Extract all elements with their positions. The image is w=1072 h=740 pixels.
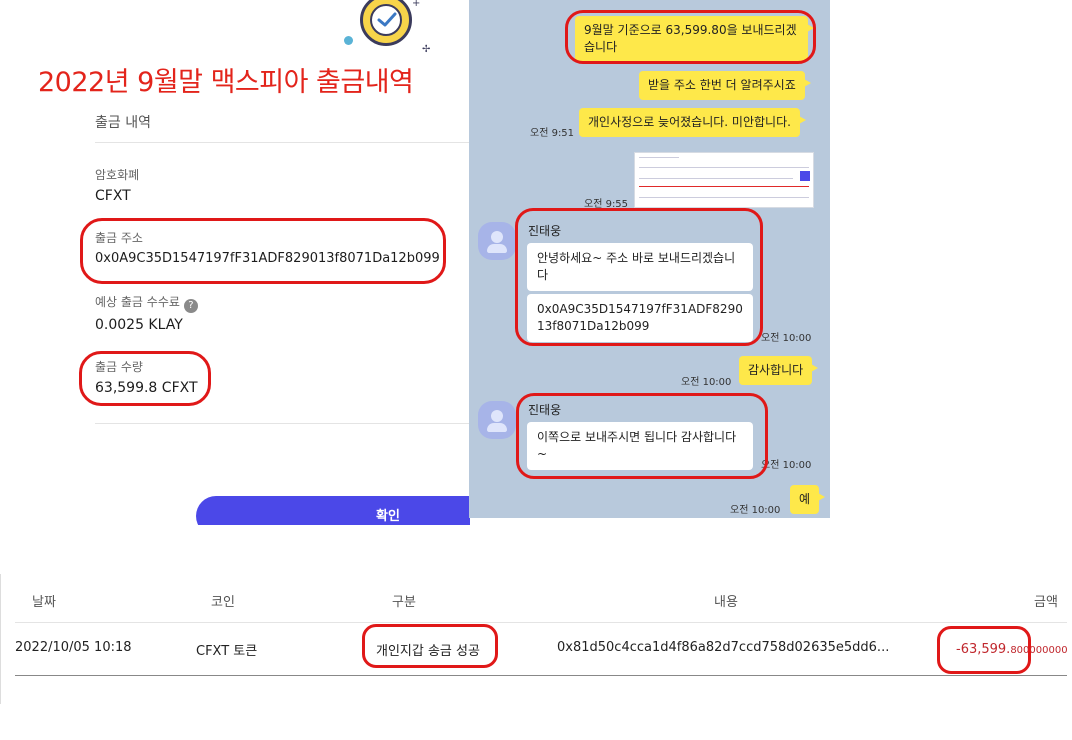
chat-time: 오전 10:00 xyxy=(761,333,812,344)
fee-label: 예상 출금 수수료 xyxy=(95,295,180,309)
avatar-icon[interactable] xyxy=(478,222,516,260)
column-header-date[interactable]: 날짜 xyxy=(32,591,56,610)
history-table: 날짜 코인 구분 내용 금액 2022/10/05 10:18 CFXT 토큰 … xyxy=(0,574,1072,714)
section-title: 출금 내역 xyxy=(95,115,151,131)
amount-label: 출금 수량 xyxy=(95,360,143,374)
withdrawal-panel: + ✢ 2022년 9월말 맥스피아 출금내역 출금 내역 암호화폐 CFXT … xyxy=(0,0,470,525)
chat-bubble-received: 이쪽으로 보내주시면 됩니다 감사합니다~ xyxy=(527,422,753,470)
avatar-icon[interactable] xyxy=(478,401,516,439)
sender-name: 진태웅 xyxy=(528,403,562,417)
chat-time: 오전 10:00 xyxy=(681,377,732,388)
amount-main: -63,599. xyxy=(956,642,1011,657)
row-amount: -63,599.800000000 xyxy=(956,642,1068,657)
chat-bubble-sent: 감사합니다 xyxy=(739,356,819,385)
fee-value: 0.0025 KLAY xyxy=(95,317,183,333)
chat-panel: 9월말 기준으로 63,599.80을 보내드리겠습니다 받을 주소 한번 더 … xyxy=(469,0,830,518)
sparkle-icon: ✢ xyxy=(422,44,431,55)
chat-bubble-sent: 9월말 기준으로 63,599.80을 보내드리겠습니다 xyxy=(575,16,814,62)
chat-bubble-sent: 예 xyxy=(790,485,826,514)
chat-time: 오전 10:00 xyxy=(761,460,812,471)
chat-bubble-received: 안녕하세요~ 주소 바로 보내드리겠습니다 xyxy=(527,243,753,291)
currency-label: 암호화폐 xyxy=(95,168,140,182)
confirm-button[interactable]: 확인 xyxy=(196,496,470,525)
address-value: 0x0A9C35D1547197fF31ADF829013f8071Da12b0… xyxy=(95,251,440,266)
column-header-amount[interactable]: 금액 xyxy=(1034,591,1058,610)
amount-value: 63,599.8 CFXT xyxy=(95,380,198,396)
sender-name: 진태웅 xyxy=(528,224,562,238)
divider xyxy=(95,423,470,424)
chat-time: 오전 10:00 xyxy=(730,505,781,516)
row-coin: CFXT 토큰 xyxy=(196,644,258,659)
checkmark-badge-icon: + ✢ xyxy=(340,0,435,60)
decorative-dot-icon xyxy=(344,36,353,45)
help-icon[interactable]: ? xyxy=(183,299,198,313)
row-content[interactable]: 0x81d50c4cca1d4f86a82d7ccd758d02635e5dd6… xyxy=(557,640,889,655)
column-header-content[interactable]: 내용 xyxy=(714,591,738,610)
divider xyxy=(15,622,1067,623)
chat-bubble-sent: 개인사정으로 늦어졌습니다. 미안합니다. xyxy=(579,108,806,137)
chat-time: 오전 9:51 xyxy=(530,128,575,139)
annotation-title: 2022년 9월말 맥스피아 출금내역 xyxy=(38,67,414,98)
address-label: 출금 주소 xyxy=(95,231,143,245)
divider xyxy=(95,142,470,143)
chat-bubble-sent: 받을 주소 한번 더 알려주시죠 xyxy=(639,71,811,100)
divider xyxy=(15,675,1067,676)
sparkle-icon: + xyxy=(412,0,421,9)
column-header-type[interactable]: 구분 xyxy=(392,591,416,610)
chat-bubble-received: 0x0A9C35D1547197fF31ADF829013f8071Da12b0… xyxy=(527,294,753,342)
currency-value: CFXT xyxy=(95,188,131,204)
divider xyxy=(0,574,1,704)
fee-label-row: 예상 출금 수수료? xyxy=(95,293,198,313)
screenshot-thumbnail[interactable] xyxy=(634,152,814,208)
row-type: 개인지갑 송금 성공 xyxy=(376,644,480,659)
row-date: 2022/10/05 10:18 xyxy=(15,640,132,655)
amount-decimals: 800000000 xyxy=(1010,645,1068,656)
chat-time: 오전 9:55 xyxy=(584,199,629,210)
column-header-coin[interactable]: 코인 xyxy=(211,591,235,610)
